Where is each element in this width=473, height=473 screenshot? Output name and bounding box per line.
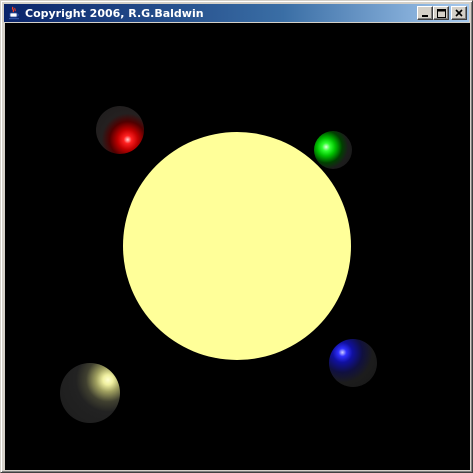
java-cup-icon[interactable] — [7, 6, 21, 20]
scene-canvas — [5, 23, 470, 470]
sun-sphere — [123, 132, 351, 360]
close-icon — [455, 9, 463, 17]
green-planet-sphere — [314, 131, 352, 169]
close-button[interactable] — [451, 6, 467, 20]
window-controls — [417, 6, 467, 20]
minimize-icon — [422, 15, 428, 17]
maximize-button[interactable] — [433, 6, 449, 20]
minimize-button[interactable] — [417, 6, 433, 20]
title-bar[interactable]: Copyright 2006, R.G.Baldwin — [4, 4, 469, 22]
yellow-planet-sphere — [60, 363, 120, 423]
window-title: Copyright 2006, R.G.Baldwin — [25, 6, 204, 20]
application-window: Copyright 2006, R.G.Baldwin — [0, 0, 473, 473]
blue-planet-sphere — [329, 339, 377, 387]
red-planet-sphere — [96, 106, 144, 154]
maximize-icon — [436, 8, 446, 18]
